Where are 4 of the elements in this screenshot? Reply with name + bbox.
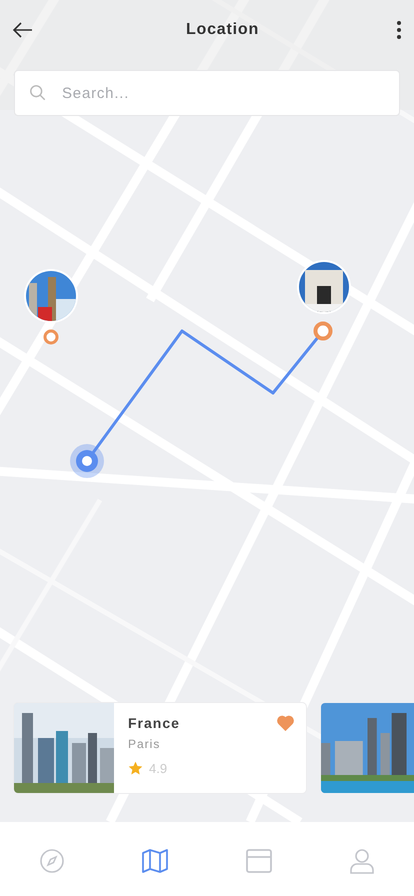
user-icon: [349, 848, 376, 874]
compass-icon: [38, 848, 65, 874]
window-icon: [244, 848, 273, 874]
map-icon: [141, 848, 170, 874]
